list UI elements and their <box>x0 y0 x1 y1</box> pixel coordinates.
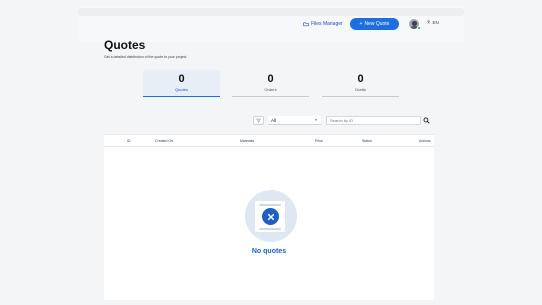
page-subtitle: Get a detailed distribution of the quote… <box>104 55 187 59</box>
table-header: ID Created On Materials Price Status Act… <box>104 134 434 147</box>
stat-label: Quotes <box>175 87 188 92</box>
column-header-price[interactable]: Price <box>315 139 323 143</box>
column-header-created-on[interactable]: Created On <box>155 139 173 143</box>
language-selector[interactable]: EN <box>427 20 439 25</box>
stat-label: Orders <box>264 87 277 92</box>
stat-value: 0 <box>267 73 274 85</box>
empty-state-message: No quotes <box>251 248 287 255</box>
language-label: EN <box>432 20 439 25</box>
document-line <box>259 204 281 206</box>
translate-icon <box>427 20 430 24</box>
stat-label: Drafts <box>355 87 366 92</box>
status-select-value: All <box>271 118 277 123</box>
new-quote-button[interactable]: + New Quote <box>350 18 399 30</box>
plus-icon: + <box>359 21 363 27</box>
column-header-id[interactable]: ID <box>127 139 131 143</box>
online-status-dot <box>417 26 421 30</box>
search-icon[interactable] <box>423 117 430 124</box>
page-title: Quotes <box>104 38 146 52</box>
stat-tab-quotes[interactable]: 0 Quotes <box>143 70 220 97</box>
new-quote-label: New Quote <box>364 21 390 27</box>
files-manager-label: Files Manager <box>311 21 343 27</box>
filter-icon <box>256 118 261 123</box>
search-input[interactable] <box>326 116 421 125</box>
column-header-actions[interactable]: Actions <box>419 139 430 143</box>
stat-tab-orders[interactable]: 0 Orders <box>232 70 309 97</box>
files-manager-button[interactable]: Files Manager <box>303 19 343 29</box>
folder-icon <box>303 22 309 27</box>
stat-tab-drafts[interactable]: 0 Drafts <box>322 70 399 97</box>
status-select[interactable]: All ▾ <box>268 116 321 125</box>
close-icon <box>267 213 274 220</box>
filter-button[interactable] <box>253 116 264 125</box>
column-header-status[interactable]: Status <box>362 139 372 143</box>
quotes-table-panel: ID Created On Materials Price Status Act… <box>104 134 434 300</box>
chevron-down-icon: ▾ <box>315 118 317 122</box>
column-header-materials[interactable]: Materials <box>240 139 254 143</box>
stat-value: 0 <box>357 73 364 85</box>
stat-value: 0 <box>178 73 185 85</box>
top-bar-strip <box>78 8 464 16</box>
close-circle-icon <box>262 208 279 225</box>
document-line <box>259 228 281 230</box>
